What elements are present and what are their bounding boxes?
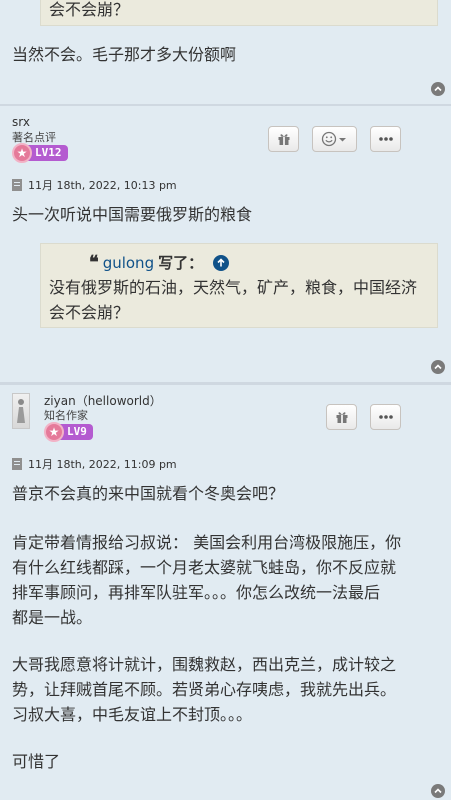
paragraph-line: 都是一战。 xyxy=(12,608,93,627)
back-to-top-icon[interactable] xyxy=(431,784,445,798)
paragraph-line: 有什么红线都踩，一个月老太婆就飞蛙岛，你不反应就 xyxy=(12,558,397,577)
paragraph: 普京不会真的来中国就看个冬奥会吧？ xyxy=(12,484,285,503)
user-rank: 知名作家 xyxy=(44,409,88,422)
post-icon[interactable] xyxy=(12,458,22,470)
avatar[interactable] xyxy=(12,393,30,429)
quote-author-link[interactable]: gulong xyxy=(103,254,154,272)
more-options-button[interactable] xyxy=(370,126,401,152)
quote-mark-icon: ❝ xyxy=(89,252,99,273)
level-label: LV12 xyxy=(26,145,68,161)
smiley-icon xyxy=(321,131,346,147)
quote-citation: ❝ gulong 写了： xyxy=(89,252,230,273)
more-options-button[interactable] xyxy=(370,404,401,430)
quote-block: 会不会崩？ xyxy=(40,0,438,26)
quote-wrote-label: 写了： xyxy=(158,254,204,272)
star-icon: ★ xyxy=(12,143,32,163)
post-meta: 11月 18th, 2022, 10:13 pm xyxy=(12,177,177,193)
paragraph-line: 势，让拜贼首尾不顾。若贤弟心存咦虑，我就先出兵。 xyxy=(12,680,397,699)
back-to-top-icon[interactable] xyxy=(431,82,445,96)
paragraph-line: 肯定带着情报给习叔说： 美国会利用台湾极限施压，你 xyxy=(12,533,402,552)
level-badge: ★ LV9 xyxy=(44,422,93,442)
level-badge: ★ LV12 xyxy=(12,143,68,163)
gift-button[interactable] xyxy=(268,126,299,152)
quote-text-line: 没有俄罗斯的石油，天然气，矿产，粮食，中国经济 xyxy=(49,278,418,297)
post-1: 会不会崩？ 当然不会。毛子那才多大份额啊 xyxy=(0,0,451,104)
post-content: 当然不会。毛子那才多大份额啊 xyxy=(12,45,237,64)
post-meta: 11月 18th, 2022, 11:09 pm xyxy=(12,456,177,472)
post-timestamp: 11月 18th, 2022, 10:13 pm xyxy=(28,179,177,192)
gift-icon xyxy=(278,134,289,145)
post-content: 头一次听说中国需要俄罗斯的粮食 xyxy=(12,205,253,224)
quote-text: 会不会崩？ xyxy=(49,0,130,19)
star-icon: ★ xyxy=(44,422,64,442)
avatar-figure-icon xyxy=(17,399,25,423)
gift-button[interactable] xyxy=(326,404,357,430)
reaction-button[interactable] xyxy=(312,126,357,152)
username[interactable]: srx xyxy=(12,115,30,129)
post-icon[interactable] xyxy=(12,179,22,191)
paragraph-line: 习叔大喜，中毛友谊上不封顶。。。 xyxy=(12,705,253,724)
quote-text-line: 会不会崩？ xyxy=(49,303,130,322)
post-2: srx 著名点评 ★ LV12 11月 18th, 2022, 10:13 pm… xyxy=(0,106,451,382)
jump-to-post-icon[interactable] xyxy=(213,254,230,271)
ellipsis-icon xyxy=(378,415,393,419)
paragraph-line: 排军事顾问，再排军队驻军。。。你怎么改统一法最后 xyxy=(12,583,381,602)
paragraph: 可惜了 xyxy=(12,752,61,771)
gift-icon xyxy=(336,412,347,423)
paragraph-line: 大哥我愿意将计就计，围魏救赵，西出克兰，成计较之 xyxy=(12,655,397,674)
post-timestamp: 11月 18th, 2022, 11:09 pm xyxy=(28,458,177,471)
ellipsis-icon xyxy=(378,137,393,141)
post-3: ziyan（helloworld） 知名作家 ★ LV9 11月 18th, 2… xyxy=(0,385,451,800)
quote-block: ❝ gulong 写了： 没有俄罗斯的石油，天然气，矿产，粮食，中国经济 会不会… xyxy=(40,243,438,328)
back-to-top-icon[interactable] xyxy=(431,360,445,374)
